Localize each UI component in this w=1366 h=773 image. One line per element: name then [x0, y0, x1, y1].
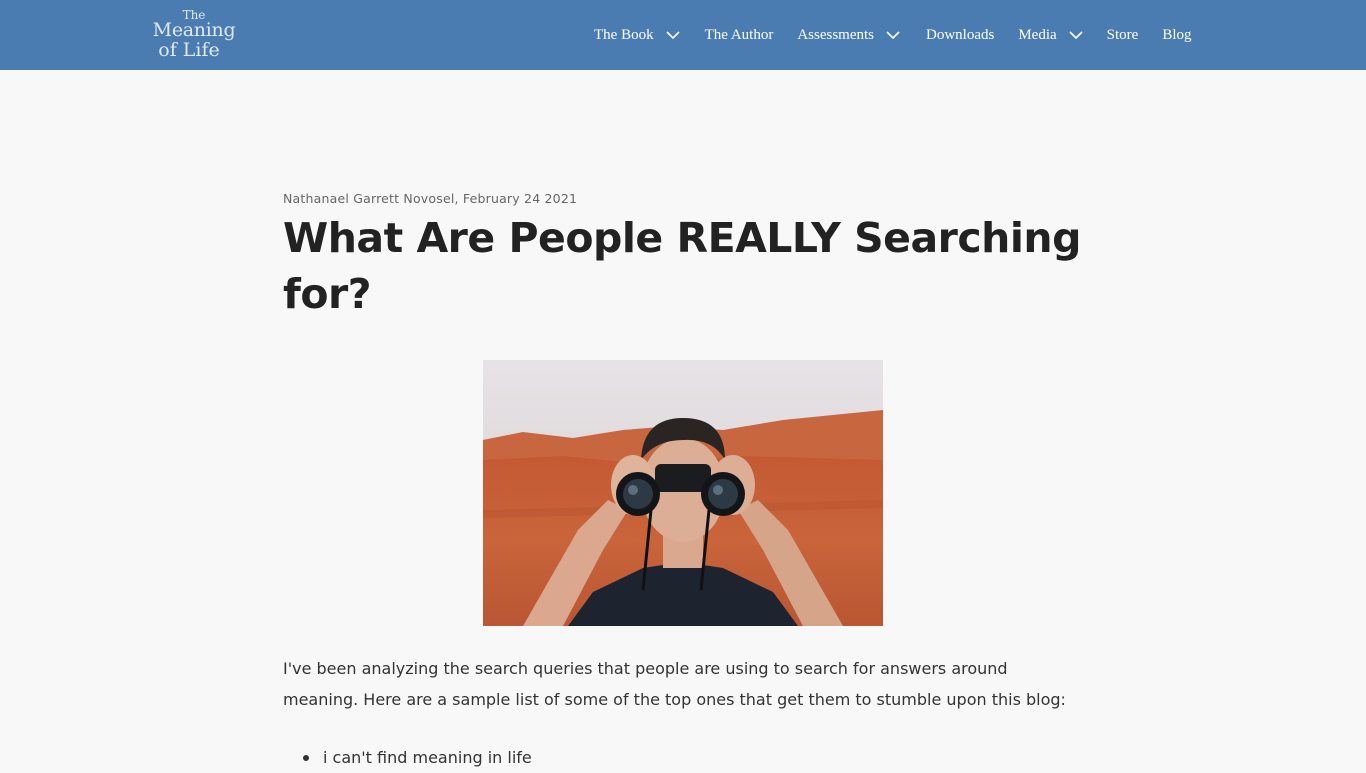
nav-item-the-book[interactable]: The Book	[594, 27, 680, 44]
nav-label: Store	[1106, 26, 1139, 43]
bullet-icon	[303, 755, 309, 761]
main-nav: The Book The Author Assessments Download…	[594, 0, 1192, 70]
post-hero-image	[483, 360, 883, 626]
nav-label: The Book	[594, 26, 654, 43]
nav-item-downloads[interactable]: Downloads	[926, 27, 994, 44]
search-query-list: i can't find meaning in life	[283, 742, 1083, 773]
post-intro: I've been analyzing the search queries t…	[283, 659, 1066, 709]
chevron-down-icon[interactable]	[886, 30, 900, 40]
chevron-down-icon[interactable]	[666, 30, 680, 40]
nav-item-store[interactable]: Store	[1107, 27, 1139, 44]
post-byline: Nathanael Garrett Novosel, February 24 2…	[283, 191, 578, 206]
nav-label: Media	[1018, 26, 1057, 43]
nav-item-assessments[interactable]: Assessments	[797, 27, 900, 44]
logo-line-3: of Life	[158, 39, 220, 61]
list-item: i can't find meaning in life	[283, 742, 1083, 773]
nav-label: Downloads	[926, 26, 995, 43]
nav-item-blog[interactable]: Blog	[1162, 27, 1191, 44]
logo-line-2: Meaning	[152, 19, 236, 41]
nav-label: Blog	[1162, 26, 1192, 43]
post-title: What Are People REALLY Searching for?	[283, 214, 1081, 318]
nav-label: Assessments	[797, 26, 874, 43]
binoculars-person-image	[483, 360, 883, 626]
list-item-text: i can't find meaning in life	[323, 748, 532, 767]
site-logo[interactable]: The Meaning of Life	[150, 8, 240, 64]
nav-item-the-author[interactable]: The Author	[705, 27, 774, 44]
nav-label: The Author	[704, 26, 774, 43]
site-header: The Meaning of Life The Book The Author …	[0, 0, 1366, 70]
nav-item-media[interactable]: Media	[1018, 26, 1083, 44]
chevron-down-icon[interactable]	[1069, 30, 1083, 40]
